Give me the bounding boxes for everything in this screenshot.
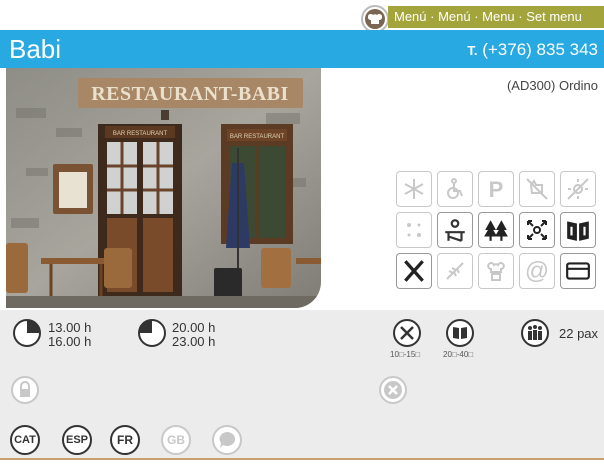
- chef-hat-icon: [361, 5, 389, 33]
- phone-number: (+376) 835 343: [482, 40, 598, 59]
- capacity: 22 pax: [559, 326, 599, 341]
- speech-bubble-icon: [212, 425, 242, 455]
- at-icon: @: [519, 253, 555, 289]
- expand-icon: [519, 212, 555, 248]
- people-icon: [521, 319, 549, 347]
- menu-link[interactable]: Menú · Menú · Menu · Set menu: [388, 6, 604, 28]
- snowflake-icon: [396, 171, 432, 207]
- phone-prefix: T.: [467, 43, 478, 58]
- language-cat[interactable]: CAT: [10, 425, 40, 455]
- language-gb-label: GB: [167, 433, 185, 447]
- sun-small-icon: [396, 212, 432, 248]
- language-cat-label: CAT: [14, 434, 36, 446]
- terrace-icon: [437, 212, 473, 248]
- credit-card-icon: [560, 253, 596, 289]
- carta-price: 20□-40□: [443, 350, 474, 359]
- carta-price-icon: [446, 319, 474, 347]
- dinner-hours: 20.00 h 23.00 h: [172, 321, 215, 349]
- language-esp[interactable]: ESP: [62, 425, 92, 455]
- parking-icon: P: [478, 171, 514, 207]
- menu-price-icon: [393, 319, 421, 347]
- door-sign-left: BAR RESTAURANT: [113, 131, 168, 137]
- address: (AD300) Ordino: [506, 78, 598, 93]
- lunch-open-time: 13.00 h: [48, 320, 92, 335]
- language-fr[interactable]: FR: [110, 425, 140, 455]
- menu-book-icon: [560, 212, 596, 248]
- svg-text:@: @: [525, 258, 549, 284]
- sun-icon: [560, 171, 596, 207]
- wheat-icon: [437, 253, 473, 289]
- restaurant-sign-text: RESTAURANT-BABI: [91, 83, 289, 105]
- lunch-hours: 13.00 h 16.00 h: [48, 321, 91, 349]
- restaurant-photo: RESTAURANT-BABI BAR RESTAURANT BAR RESTA…: [6, 68, 321, 308]
- phone[interactable]: T. (+376) 835 343: [467, 39, 598, 62]
- divider: [0, 458, 604, 460]
- chef-icon: [478, 253, 514, 289]
- cutlery-icon: [396, 253, 432, 289]
- wheelchair-icon: [437, 171, 473, 207]
- restaurant-name: Babi: [9, 34, 62, 64]
- dinner-open-time: 20.00 h: [172, 320, 216, 335]
- top-bar: Menú · Menú · Menu · Set menu: [0, 0, 604, 33]
- svg-text:P: P: [489, 177, 504, 201]
- title-bar: Babi T. (+376) 835 343: [0, 30, 604, 68]
- door-sign-right: BAR RESTAURANT: [230, 134, 285, 140]
- close-icon: [379, 376, 407, 404]
- menu-price: 10□-15□: [390, 350, 421, 359]
- forest-icon: [478, 212, 514, 248]
- lock-icon: [11, 376, 39, 404]
- dinner-close-time: 23.00 h: [172, 334, 216, 349]
- dinner-clock-icon: [138, 319, 166, 347]
- lunch-clock-icon: [13, 319, 41, 347]
- no-pets-icon: [519, 171, 555, 207]
- language-esp-label: ESP: [65, 434, 88, 446]
- lunch-close-time: 16.00 h: [48, 334, 92, 349]
- info-panel: 13.00 h 16.00 h 20.00 h 23.00 h 10□-15□ …: [0, 310, 604, 458]
- language-fr-label: FR: [117, 433, 133, 447]
- language-gb[interactable]: GB: [161, 425, 191, 455]
